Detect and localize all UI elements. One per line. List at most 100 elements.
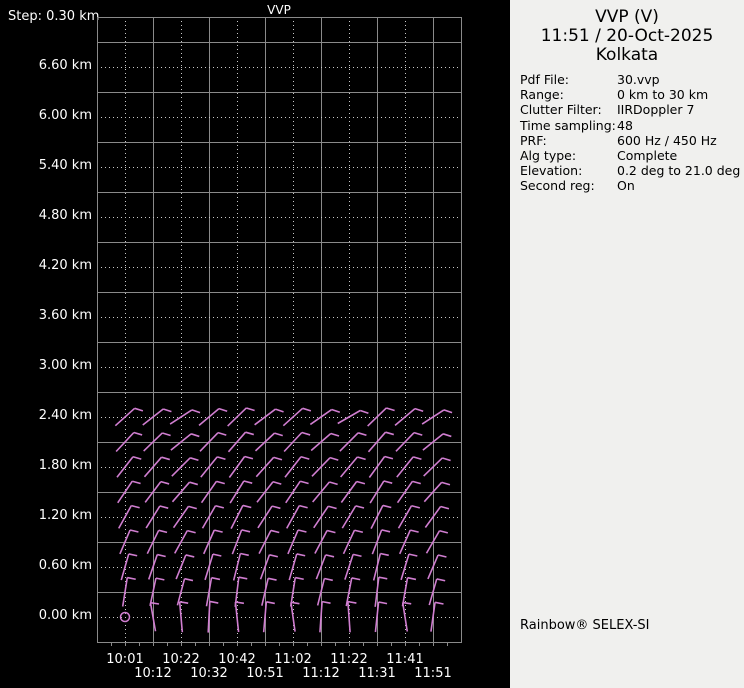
- wind-barb-feather: [290, 601, 300, 605]
- wind-barb-staff: [284, 456, 302, 478]
- info-row: Time sampling: 48: [520, 118, 744, 133]
- wind-barb-feather: [211, 576, 221, 581]
- wind-barb-feather: [297, 529, 307, 533]
- x-tick-label: 11:51: [414, 666, 452, 681]
- wind-barb-feather: [158, 529, 168, 534]
- wind-barb-feather: [380, 552, 389, 557]
- info-label: Second reg:: [520, 178, 595, 194]
- wind-barb-feather: [243, 480, 253, 484]
- wind-barb-feather: [133, 431, 143, 436]
- wind-barb-feather: [266, 601, 275, 605]
- info-value: 0.2 deg to 21.0 deg: [617, 163, 741, 179]
- wind-barb-feather: [300, 455, 310, 460]
- x-tick-label: 10:22: [162, 652, 200, 667]
- wind-barb-feather: [440, 505, 450, 510]
- wind-barb-feather: [244, 455, 254, 460]
- wind-barb-feather: [378, 576, 388, 580]
- info-label: Elevation:: [520, 163, 583, 179]
- wind-barb-feather: [184, 577, 194, 582]
- wind-barb-feather: [235, 601, 245, 605]
- wind-barb-feather: [189, 481, 199, 486]
- wind-barb-feather: [408, 553, 418, 557]
- wind-barb-feather: [378, 601, 388, 605]
- y-tick-label: 3.60 km: [38, 308, 92, 323]
- wind-barb-feather: [329, 456, 339, 461]
- info-row: Range: 0 km to 30 km: [520, 87, 744, 102]
- wind-barb-feather: [132, 480, 141, 485]
- info-value: 48: [617, 117, 633, 133]
- wind-barb-feather: [270, 529, 280, 534]
- wind-barb-feather: [134, 407, 144, 412]
- wind-barb-feather: [439, 529, 449, 534]
- info-label: Time sampling:: [520, 117, 616, 133]
- wind-barb-feather: [407, 576, 417, 581]
- wind-barb-staff: [227, 407, 247, 427]
- x-tick-label: 11:02: [274, 652, 312, 667]
- wind-barb-feather: [190, 433, 200, 438]
- x-tick-label: 11:41: [386, 652, 424, 667]
- y-tick-label: 1.20 km: [38, 508, 92, 523]
- info-label: PRF:: [520, 132, 547, 148]
- info-row: Clutter Filter: IIRDoppler 7: [520, 102, 744, 117]
- wind-barb-feather: [189, 457, 199, 462]
- info-rows: Pdf File: 30.vvp Range: 0 km to 30 km Clutte…: [520, 72, 744, 194]
- wind-barb-feather: [414, 407, 424, 412]
- wind-barb-feather: [384, 455, 394, 460]
- wind-barb-feather: [386, 407, 395, 412]
- wind-barb-feather: [301, 431, 311, 436]
- plot-border: [97, 17, 462, 643]
- wind-barb-feather: [331, 408, 341, 413]
- wind-barb-staff: [114, 407, 136, 427]
- wind-barb-feather: [295, 576, 304, 581]
- info-value: 600 Hz / 450 Hz: [617, 132, 717, 148]
- wind-barb-feather: [383, 480, 393, 484]
- brand-label: Rainbow® SELEX-SI: [520, 618, 650, 633]
- wind-barb-feather: [212, 553, 222, 557]
- wind-barb-feather: [217, 431, 227, 436]
- wind-barb-feather: [129, 529, 139, 533]
- wind-barb-feather: [324, 577, 333, 582]
- info-value: Complete: [617, 148, 678, 164]
- wind-barb-feather: [132, 455, 142, 460]
- site-name: Kolkata: [595, 45, 659, 65]
- wind-barb-feather: [412, 456, 422, 461]
- wind-barb-staff: [290, 602, 296, 632]
- x-tick-label: 11:12: [302, 666, 340, 681]
- x-tick-label: 10:01: [106, 652, 144, 667]
- wind-barb-feather: [329, 481, 338, 486]
- wind-barb-feather: [359, 409, 369, 415]
- x-tick-label: 10:51: [246, 666, 284, 681]
- x-tick-label: 10:42: [218, 652, 256, 667]
- wind-barb-staff: [394, 408, 416, 426]
- wind-barb-feather: [215, 504, 225, 509]
- vvp-window: Step: 0.30 km VVP 6.60 km 6.00 km 5.40 km 4…: [0, 0, 744, 688]
- wind-barb-feather: [347, 600, 357, 604]
- wind-barb-feather: [209, 600, 219, 604]
- wind-barb-feather: [442, 433, 452, 438]
- x-tick-label: 10:32: [190, 666, 228, 681]
- wind-barb-feather: [382, 504, 392, 509]
- wind-barb-feather: [179, 601, 189, 604]
- wind-barb-feather: [238, 576, 248, 580]
- wind-barb-feather: [188, 505, 197, 510]
- wind-barb-feather: [443, 409, 453, 414]
- info-row: Pdf File: 30.vvp: [520, 72, 744, 87]
- x-tick-label: 11:31: [358, 666, 396, 681]
- wind-barb-feather: [321, 600, 331, 605]
- wind-barb-feather: [441, 481, 451, 486]
- wind-barb-feather: [385, 431, 395, 436]
- wind-barb-feather: [191, 409, 201, 414]
- y-tick-label: 4.80 km: [38, 208, 92, 223]
- wind-barb-feather: [216, 480, 225, 485]
- wind-barb-feather: [273, 456, 283, 461]
- product-title: VVP (V): [595, 7, 659, 27]
- wind-barb-feather: [269, 554, 279, 558]
- wind-barb-feather: [357, 456, 366, 461]
- plot-pane: Step: 0.30 km VVP 6.60 km 6.00 km 5.40 km 4…: [0, 0, 510, 688]
- wind-barb-feather: [150, 601, 160, 605]
- wind-barb-feather: [442, 457, 451, 462]
- info-label: Pdf File:: [520, 72, 569, 87]
- info-value: 30.vvp: [617, 72, 660, 87]
- info-row: Second reg: On: [520, 178, 744, 193]
- wind-barb-feather: [159, 505, 169, 509]
